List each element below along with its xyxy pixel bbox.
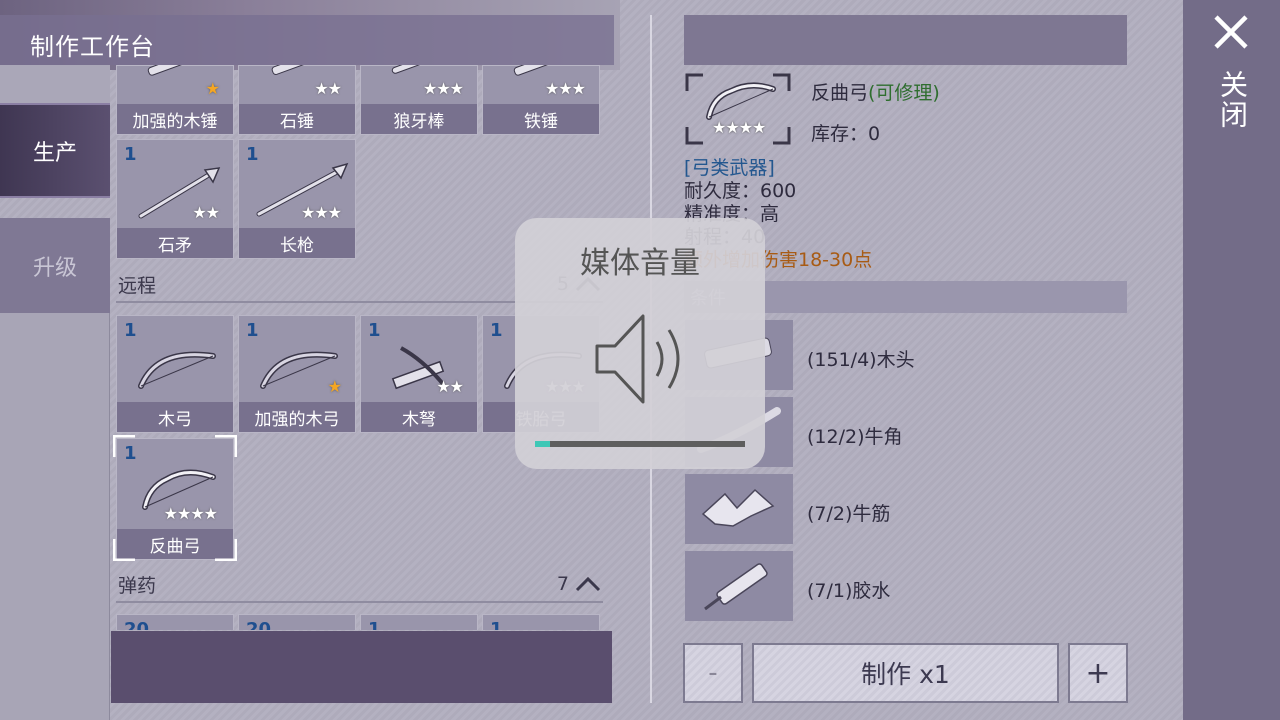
item-label: 加强的木锤 (117, 104, 233, 134)
item-stars: ★ (327, 377, 342, 396)
detail-item-name: 反曲弓(可修理) (811, 78, 940, 105)
craft-label: 制作 x1 (861, 660, 950, 689)
volume-level (535, 441, 550, 447)
durability: 耐久度：600 (684, 180, 797, 202)
volume-overlay: 媒体音量 (515, 218, 765, 469)
item-label: 长枪 (239, 228, 355, 258)
tab-upgrade-label: 升级 (32, 255, 77, 281)
tendon-icon (701, 488, 775, 527)
weapon-category: [弓类武器] (684, 157, 775, 179)
item-count: 20 (124, 619, 150, 630)
item-iron-hammer[interactable]: ★★★ 铁锤 (482, 65, 600, 135)
section-count: 7 (557, 573, 601, 595)
item-count: 20 (246, 619, 272, 630)
close-icon[interactable] (1213, 14, 1249, 50)
item-label: 木弓 (117, 402, 233, 432)
item-reinforced-wood-bow[interactable]: 1 ★ 加强的木弓 (238, 315, 356, 433)
side-panel-bottom (0, 313, 110, 720)
item-label: 石矛 (117, 228, 233, 258)
repairable-tag: (可修理) (868, 82, 940, 104)
material-text: (12/2)牛角 (807, 426, 903, 448)
item-wood-bow[interactable]: 1 木弓 (116, 315, 234, 433)
material-text: (151/4)木头 (807, 349, 915, 371)
section-title: 弹药 (118, 574, 157, 597)
side-spacer (0, 65, 110, 103)
item-stone-hammer[interactable]: ★★ 石锤 (238, 65, 356, 135)
item-mace[interactable]: ★★★ 狼牙棒 (360, 65, 478, 135)
stock-value: 0 (868, 123, 881, 145)
item-label: 铁锤 (483, 104, 599, 134)
item-reinforced-wood-hammer[interactable]: ★ 加强的木锤 (116, 65, 234, 135)
stock-label: 库存： (811, 123, 869, 145)
item-stars: ★★ (192, 203, 220, 222)
volume-title: 媒体音量 (580, 246, 700, 281)
increase-button[interactable]: + (1068, 643, 1128, 703)
item-label: 狼牙棒 (361, 104, 477, 134)
section-count-value: 7 (556, 573, 569, 595)
decrease-button[interactable]: - (683, 643, 743, 703)
section-header-ammo[interactable]: 弹药 7 (116, 567, 603, 603)
item-ammo[interactable]: 20 (116, 614, 234, 630)
material-row (685, 474, 793, 544)
close-label[interactable]: 关闭 (1212, 70, 1252, 130)
item-count: 1 (490, 619, 503, 630)
speaker-icon (595, 314, 680, 404)
material-text: (7/2)牛筋 (807, 503, 891, 525)
tab-upgrade[interactable]: 升级 (0, 218, 110, 313)
volume-slider[interactable] (535, 441, 745, 447)
list-footer (111, 631, 612, 703)
item-label: 石锤 (239, 104, 355, 134)
material-row (685, 551, 793, 621)
detail-stars: ★★★★ (712, 118, 766, 137)
item-stone-spear[interactable]: 1 ★★ 石矛 (116, 139, 234, 259)
detail-header (684, 15, 1127, 65)
item-stars: ★★★ (422, 79, 464, 98)
section-title: 远程 (118, 274, 157, 297)
detail-stock: 库存：0 (811, 119, 880, 146)
item-ammo[interactable]: 1 (360, 614, 478, 630)
tab-produce[interactable]: 生产 (0, 103, 110, 198)
item-stars: ★★ (436, 377, 464, 396)
item-label: 木弩 (361, 402, 477, 432)
craft-button[interactable]: 制作 x1 (752, 643, 1059, 703)
chevron-up-icon[interactable] (575, 576, 601, 592)
material-text: (7/1)胶水 (807, 580, 891, 602)
item-stars: ★ (205, 79, 220, 98)
item-stars: ★★ (314, 79, 342, 98)
bow-icon (138, 351, 216, 389)
detail-name-text: 反曲弓 (811, 82, 869, 104)
item-wood-crossbow[interactable]: 1 ★★ 木弩 (360, 315, 478, 433)
decrease-label: - (708, 658, 718, 688)
item-ammo[interactable]: 20 (238, 614, 356, 630)
page-title: 制作工作台 (30, 33, 155, 61)
tab-produce-label: 生产 (32, 140, 77, 166)
item-stars: ★★★ (300, 203, 342, 222)
item-count: 1 (368, 619, 381, 630)
glue-icon (704, 563, 768, 611)
increase-label: + (1085, 655, 1111, 691)
item-stars: ★★★ (544, 79, 586, 98)
selection-frame (113, 435, 237, 561)
item-ammo[interactable]: 1 (482, 614, 600, 630)
item-long-spear[interactable]: 1 ★★★ 长枪 (238, 139, 356, 259)
item-label: 加强的木弓 (239, 402, 355, 432)
